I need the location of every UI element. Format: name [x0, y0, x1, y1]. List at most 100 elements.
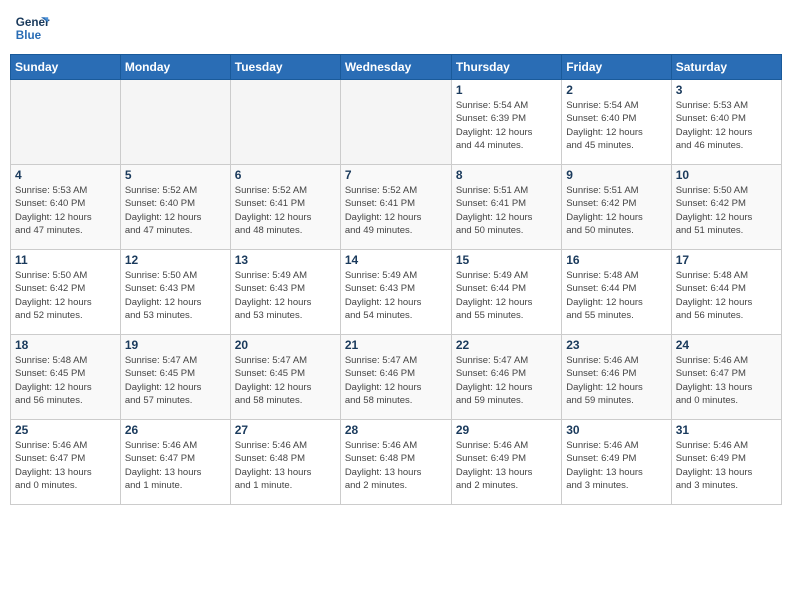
day-number: 26	[125, 423, 226, 437]
calendar-week-1: 1Sunrise: 5:54 AM Sunset: 6:39 PM Daylig…	[11, 80, 782, 165]
svg-text:Blue: Blue	[16, 29, 42, 42]
day-number: 15	[456, 253, 557, 267]
day-header-friday: Friday	[562, 55, 671, 80]
day-info: Sunrise: 5:52 AM Sunset: 6:41 PM Dayligh…	[235, 184, 336, 237]
day-header-tuesday: Tuesday	[230, 55, 340, 80]
day-info: Sunrise: 5:51 AM Sunset: 6:41 PM Dayligh…	[456, 184, 557, 237]
day-header-sunday: Sunday	[11, 55, 121, 80]
day-number: 11	[15, 253, 116, 267]
day-number: 23	[566, 338, 666, 352]
calendar-cell: 14Sunrise: 5:49 AM Sunset: 6:43 PM Dayli…	[340, 250, 451, 335]
day-number: 6	[235, 168, 336, 182]
day-info: Sunrise: 5:46 AM Sunset: 6:47 PM Dayligh…	[15, 439, 116, 492]
calendar-cell: 9 Sunrise: 5:51 AM Sunset: 6:42 PM Daylig…	[562, 165, 671, 250]
calendar-cell: 23 Sunrise: 5:46 AM Sunset: 6:46 PM Dayli…	[562, 335, 671, 420]
calendar-cell: 1Sunrise: 5:54 AM Sunset: 6:39 PM Daylig…	[451, 80, 561, 165]
page-header: General Blue	[10, 10, 782, 46]
day-info: Sunrise: 5:53 AM Sunset: 6:40 PM Dayligh…	[676, 99, 777, 152]
day-info: Sunrise: 5:51 AM Sunset: 6:42 PM Dayligh…	[566, 184, 666, 237]
day-number: 13	[235, 253, 336, 267]
calendar-week-4: 18Sunrise: 5:48 AM Sunset: 6:45 PM Dayli…	[11, 335, 782, 420]
day-info: Sunrise: 5:46 AM Sunset: 6:47 PM Dayligh…	[676, 354, 777, 407]
calendar-cell: 25 Sunrise: 5:46 AM Sunset: 6:47 PM Dayli…	[11, 420, 121, 505]
day-info: Sunrise: 5:46 AM Sunset: 6:49 PM Dayligh…	[676, 439, 777, 492]
calendar-cell: 28Sunrise: 5:46 AM Sunset: 6:48 PM Dayli…	[340, 420, 451, 505]
calendar-cell: 17Sunrise: 5:48 AM Sunset: 6:44 PM Dayli…	[671, 250, 781, 335]
day-number: 30	[566, 423, 666, 437]
calendar-cell	[340, 80, 451, 165]
day-number: 27	[235, 423, 336, 437]
day-number: 25	[15, 423, 116, 437]
calendar-cell: 8Sunrise: 5:51 AM Sunset: 6:41 PM Daylig…	[451, 165, 561, 250]
day-info: Sunrise: 5:54 AM Sunset: 6:40 PM Dayligh…	[566, 99, 666, 152]
day-number: 16	[566, 253, 666, 267]
day-info: Sunrise: 5:47 AM Sunset: 6:46 PM Dayligh…	[345, 354, 447, 407]
logo-icon: General Blue	[14, 10, 50, 46]
day-number: 10	[676, 168, 777, 182]
day-header-wednesday: Wednesday	[340, 55, 451, 80]
day-number: 12	[125, 253, 226, 267]
day-number: 14	[345, 253, 447, 267]
day-info: Sunrise: 5:47 AM Sunset: 6:45 PM Dayligh…	[235, 354, 336, 407]
calendar-cell: 4Sunrise: 5:53 AM Sunset: 6:40 PM Daylig…	[11, 165, 121, 250]
day-info: Sunrise: 5:52 AM Sunset: 6:40 PM Dayligh…	[125, 184, 226, 237]
day-number: 22	[456, 338, 557, 352]
day-info: Sunrise: 5:52 AM Sunset: 6:41 PM Dayligh…	[345, 184, 447, 237]
day-info: Sunrise: 5:46 AM Sunset: 6:46 PM Dayligh…	[566, 354, 666, 407]
day-number: 2	[566, 83, 666, 97]
day-number: 20	[235, 338, 336, 352]
calendar-cell: 29Sunrise: 5:46 AM Sunset: 6:49 PM Dayli…	[451, 420, 561, 505]
day-info: Sunrise: 5:46 AM Sunset: 6:49 PM Dayligh…	[456, 439, 557, 492]
calendar-cell: 3 Sunrise: 5:53 AM Sunset: 6:40 PM Daylig…	[671, 80, 781, 165]
day-number: 24	[676, 338, 777, 352]
day-number: 17	[676, 253, 777, 267]
calendar-cell	[230, 80, 340, 165]
calendar-cell: 12 Sunrise: 5:50 AM Sunset: 6:43 PM Dayli…	[120, 250, 230, 335]
calendar-cell	[120, 80, 230, 165]
calendar-cell: 20 Sunrise: 5:47 AM Sunset: 6:45 PM Dayli…	[230, 335, 340, 420]
day-number: 9	[566, 168, 666, 182]
day-info: Sunrise: 5:53 AM Sunset: 6:40 PM Dayligh…	[15, 184, 116, 237]
calendar-cell: 31 Sunrise: 5:46 AM Sunset: 6:49 PM Dayli…	[671, 420, 781, 505]
calendar-week-3: 11 Sunrise: 5:50 AM Sunset: 6:42 PM Dayli…	[11, 250, 782, 335]
calendar-header-row: SundayMondayTuesdayWednesdayThursdayFrid…	[11, 55, 782, 80]
day-info: Sunrise: 5:46 AM Sunset: 6:47 PM Dayligh…	[125, 439, 226, 492]
calendar-cell: 21 Sunrise: 5:47 AM Sunset: 6:46 PM Dayli…	[340, 335, 451, 420]
calendar-cell: 16Sunrise: 5:48 AM Sunset: 6:44 PM Dayli…	[562, 250, 671, 335]
calendar-cell: 18Sunrise: 5:48 AM Sunset: 6:45 PM Dayli…	[11, 335, 121, 420]
calendar-cell: 5 Sunrise: 5:52 AM Sunset: 6:40 PM Daylig…	[120, 165, 230, 250]
day-number: 31	[676, 423, 777, 437]
calendar-cell: 27 Sunrise: 5:46 AM Sunset: 6:48 PM Dayli…	[230, 420, 340, 505]
day-number: 5	[125, 168, 226, 182]
calendar-week-5: 25 Sunrise: 5:46 AM Sunset: 6:47 PM Dayli…	[11, 420, 782, 505]
calendar-cell: 10 Sunrise: 5:50 AM Sunset: 6:42 PM Dayli…	[671, 165, 781, 250]
day-info: Sunrise: 5:47 AM Sunset: 6:45 PM Dayligh…	[125, 354, 226, 407]
calendar: SundayMondayTuesdayWednesdayThursdayFrid…	[10, 54, 782, 505]
calendar-cell: 26 Sunrise: 5:46 AM Sunset: 6:47 PM Dayli…	[120, 420, 230, 505]
day-info: Sunrise: 5:46 AM Sunset: 6:48 PM Dayligh…	[345, 439, 447, 492]
calendar-cell: 6 Sunrise: 5:52 AM Sunset: 6:41 PM Daylig…	[230, 165, 340, 250]
day-info: Sunrise: 5:50 AM Sunset: 6:42 PM Dayligh…	[15, 269, 116, 322]
calendar-cell: 15Sunrise: 5:49 AM Sunset: 6:44 PM Dayli…	[451, 250, 561, 335]
calendar-cell: 2 Sunrise: 5:54 AM Sunset: 6:40 PM Daylig…	[562, 80, 671, 165]
calendar-week-2: 4Sunrise: 5:53 AM Sunset: 6:40 PM Daylig…	[11, 165, 782, 250]
calendar-cell: 24 Sunrise: 5:46 AM Sunset: 6:47 PM Dayli…	[671, 335, 781, 420]
day-header-thursday: Thursday	[451, 55, 561, 80]
day-number: 18	[15, 338, 116, 352]
day-info: Sunrise: 5:50 AM Sunset: 6:43 PM Dayligh…	[125, 269, 226, 322]
day-info: Sunrise: 5:47 AM Sunset: 6:46 PM Dayligh…	[456, 354, 557, 407]
day-header-monday: Monday	[120, 55, 230, 80]
day-info: Sunrise: 5:46 AM Sunset: 6:49 PM Dayligh…	[566, 439, 666, 492]
calendar-cell: 30 Sunrise: 5:46 AM Sunset: 6:49 PM Dayli…	[562, 420, 671, 505]
calendar-cell: 11 Sunrise: 5:50 AM Sunset: 6:42 PM Dayli…	[11, 250, 121, 335]
calendar-cell: 19Sunrise: 5:47 AM Sunset: 6:45 PM Dayli…	[120, 335, 230, 420]
logo: General Blue	[14, 10, 54, 46]
day-number: 3	[676, 83, 777, 97]
day-header-saturday: Saturday	[671, 55, 781, 80]
day-info: Sunrise: 5:46 AM Sunset: 6:48 PM Dayligh…	[235, 439, 336, 492]
day-number: 21	[345, 338, 447, 352]
calendar-cell: 22 Sunrise: 5:47 AM Sunset: 6:46 PM Dayli…	[451, 335, 561, 420]
calendar-cell: 13Sunrise: 5:49 AM Sunset: 6:43 PM Dayli…	[230, 250, 340, 335]
day-info: Sunrise: 5:54 AM Sunset: 6:39 PM Dayligh…	[456, 99, 557, 152]
day-info: Sunrise: 5:50 AM Sunset: 6:42 PM Dayligh…	[676, 184, 777, 237]
